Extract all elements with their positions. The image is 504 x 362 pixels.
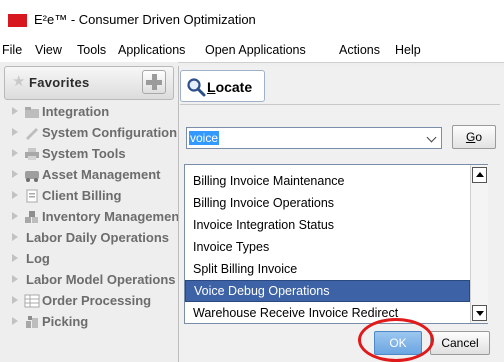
favorite-item-order-processing[interactable]: Order Processing xyxy=(12,291,178,313)
expand-arrow-icon[interactable] xyxy=(12,317,18,325)
favorite-item-label: Labor Daily Operations xyxy=(26,230,170,245)
chevron-down-icon[interactable] xyxy=(426,132,437,143)
cancel-button[interactable]: Cancel xyxy=(430,331,490,355)
menu-file[interactable]: File xyxy=(2,43,22,57)
star-icon: ★ xyxy=(12,73,26,90)
favorite-item-asset-management[interactable]: Asset Management xyxy=(12,165,178,187)
folder-icon xyxy=(25,107,39,118)
list-item-selected[interactable]: Voice Debug Operations xyxy=(185,280,470,302)
list-item[interactable]: Invoice Integration Status xyxy=(185,214,470,236)
favorite-item-client-billing[interactable]: Client Billing xyxy=(12,186,178,208)
favorite-item-label: Labor Model Operations xyxy=(26,272,176,287)
favorite-item-label: Integration xyxy=(42,104,110,119)
add-favorite-button[interactable] xyxy=(142,70,166,94)
search-input[interactable]: voice xyxy=(189,131,220,145)
favorite-item-label: Log xyxy=(26,251,50,266)
favorite-item-picking[interactable]: Picking xyxy=(12,312,178,334)
favorite-item-label: System Tools xyxy=(42,146,126,161)
menu-view[interactable]: View xyxy=(35,43,62,57)
favorite-item-label: Asset Management xyxy=(42,167,161,182)
inventory-icon xyxy=(25,211,38,223)
favorite-item-inventory-management[interactable]: Inventory Management xyxy=(12,207,178,229)
locate-title[interactable]: Locate xyxy=(207,79,252,95)
favorite-item-system-configuration[interactable]: System Configuration xyxy=(12,123,178,145)
printer-icon xyxy=(25,148,39,160)
highlight-annotation xyxy=(358,318,434,362)
expand-arrow-icon[interactable] xyxy=(12,233,18,241)
favorite-item-label: Order Processing xyxy=(42,293,152,308)
favorite-item-labor-model-operations[interactable]: Labor Model Operations xyxy=(12,270,178,292)
expand-arrow-icon[interactable] xyxy=(12,212,18,220)
favorites-label[interactable]: Favorites xyxy=(29,75,90,90)
picking-icon xyxy=(26,316,38,328)
expand-arrow-icon[interactable] xyxy=(12,170,18,178)
list-item[interactable]: Invoice Types xyxy=(185,236,470,258)
expand-arrow-icon[interactable] xyxy=(12,296,18,304)
app-logo-icon xyxy=(8,14,27,27)
expand-arrow-icon[interactable] xyxy=(12,149,18,157)
expand-arrow-icon[interactable] xyxy=(12,191,18,199)
favorite-item-integration[interactable]: Integration xyxy=(12,102,178,124)
list-item[interactable]: Billing Invoice Operations xyxy=(185,192,470,214)
wrench-icon xyxy=(26,128,38,140)
list-item[interactable]: Billing Invoice Maintenance xyxy=(185,170,470,192)
menu-applications[interactable]: Applications xyxy=(118,43,185,57)
favorite-item-labor-daily-operations[interactable]: Labor Daily Operations xyxy=(12,228,178,250)
menu-help[interactable]: Help xyxy=(395,43,421,57)
search-combobox[interactable]: voice xyxy=(186,127,442,149)
favorite-item-label: System Configuration xyxy=(42,125,178,140)
window-title: E²e™ - Consumer Driven Optimization xyxy=(34,12,256,27)
title-bar: E²e™ - Consumer Driven Optimization xyxy=(0,0,504,38)
favorite-item-label: Inventory Management xyxy=(42,209,178,224)
favorite-item-label: Picking xyxy=(42,314,89,329)
favorite-item-label: Client Billing xyxy=(42,188,122,203)
list-item[interactable]: Split Billing Invoice xyxy=(185,258,470,280)
scroll-down-button[interactable] xyxy=(472,305,487,321)
expand-arrow-icon[interactable] xyxy=(12,254,18,262)
favorite-item-log[interactable]: Log xyxy=(12,249,178,271)
menu-tools[interactable]: Tools xyxy=(77,43,106,57)
expand-arrow-icon[interactable] xyxy=(12,107,18,115)
favorite-item-system-tools[interactable]: System Tools xyxy=(12,144,178,166)
grid-icon xyxy=(24,294,40,308)
menu-open-applications[interactable]: Open Applications xyxy=(205,43,306,57)
go-button[interactable]: Go xyxy=(452,125,496,149)
menu-actions[interactable]: Actions xyxy=(339,43,380,57)
expand-arrow-icon[interactable] xyxy=(12,275,18,283)
vehicle-icon xyxy=(25,171,39,182)
document-icon xyxy=(26,189,38,203)
scroll-up-button[interactable] xyxy=(472,167,487,183)
menu-bar: File View Tools Applications Open Applic… xyxy=(0,40,504,60)
vertical-scrollbar[interactable] xyxy=(470,165,488,323)
search-icon xyxy=(187,78,206,97)
expand-arrow-icon[interactable] xyxy=(12,128,18,136)
list-item[interactable]: Warehouse Receive Invoice Redirect xyxy=(185,302,470,324)
divider xyxy=(180,104,500,105)
